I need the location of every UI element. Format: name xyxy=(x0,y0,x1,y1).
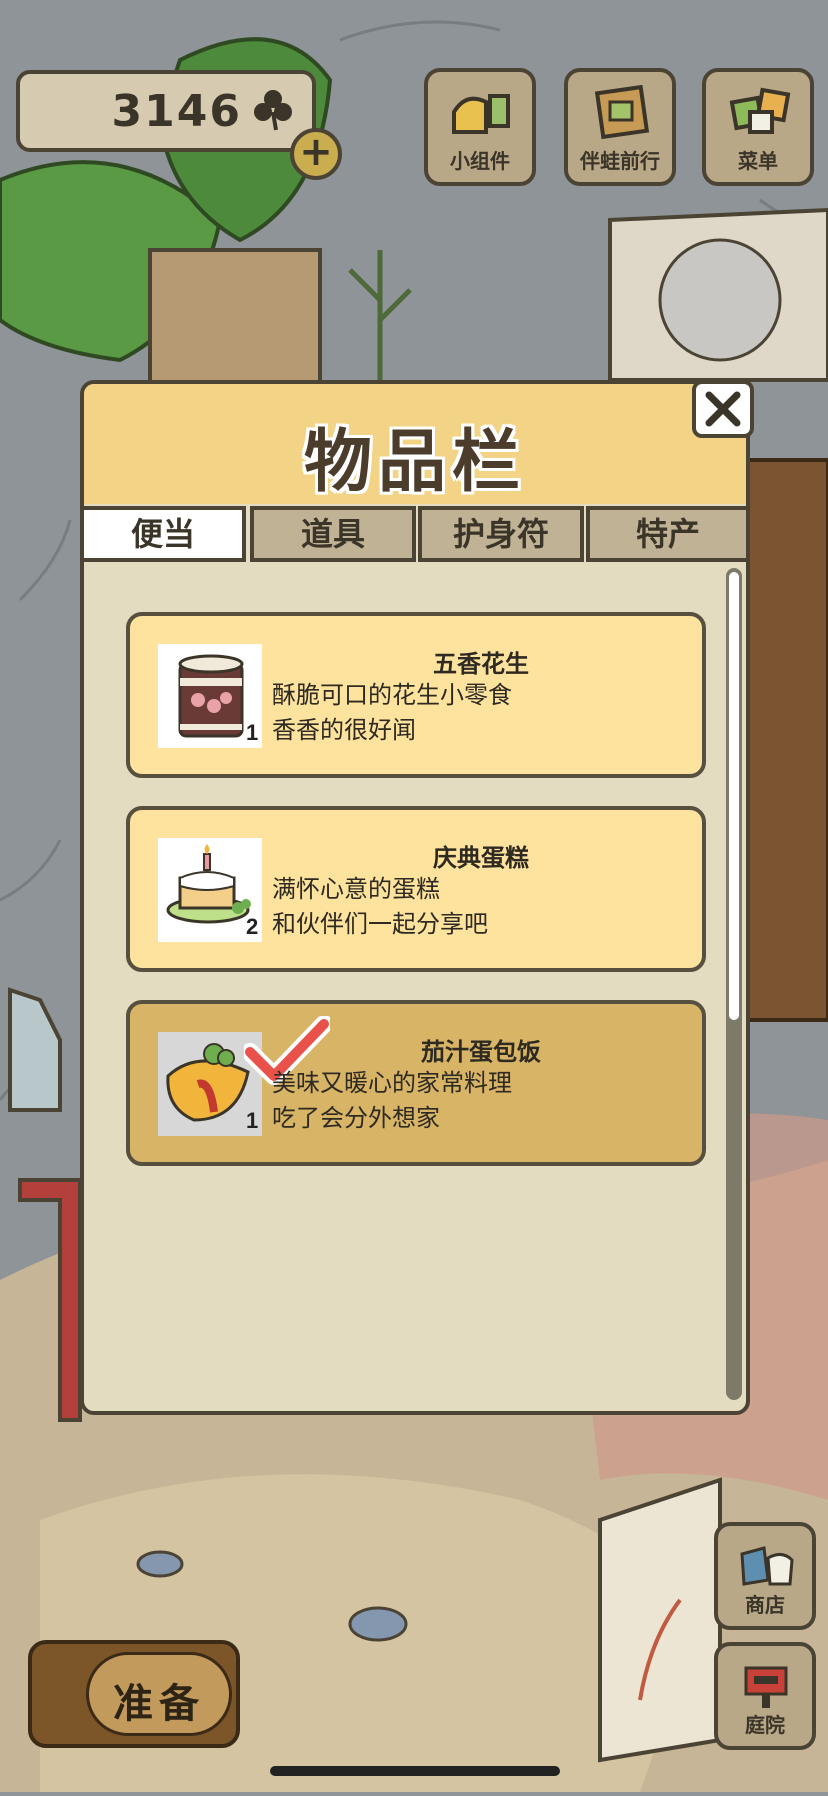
item-desc-line1: 美味又暖心的家常料理 xyxy=(272,1069,512,1097)
yard-label: 庭院 xyxy=(745,1713,785,1737)
clover-icon xyxy=(254,90,292,131)
list-item[interactable]: 1 五香花生 酥脆可口的花生小零食 香香的很好闻 xyxy=(126,612,706,778)
add-clover-button[interactable]: + xyxy=(290,128,342,180)
menu-label: 菜单 xyxy=(738,149,778,173)
item-name: 庆典蛋糕 xyxy=(433,844,529,872)
tab-specialties[interactable]: 特产 xyxy=(586,506,750,562)
menu-button[interactable]: 菜单 xyxy=(702,68,814,186)
tab-tools[interactable]: 道具 xyxy=(250,506,416,562)
item-desc-line1: 满怀心意的蛋糕 xyxy=(272,875,440,903)
mailbox-icon xyxy=(744,1666,788,1708)
home-indicator[interactable] xyxy=(270,1766,560,1776)
prepare-log: 准备 xyxy=(86,1652,232,1736)
item-desc-line2: 和伙伴们一起分享吧 xyxy=(272,910,488,938)
item-name: 茄汁蛋包饭 xyxy=(421,1038,541,1066)
inventory-tabs: 便当 道具 护身符 特产 xyxy=(80,506,750,562)
clover-count: 3146 xyxy=(111,86,242,137)
item-description: 满怀心意的蛋糕 和伙伴们一起分享吧 xyxy=(272,872,488,942)
tab-bento[interactable]: 便当 xyxy=(80,506,246,562)
list-item-selected[interactable]: 1 茄汁蛋包饭 美味又暖心的家常料理 吃了会分外想家 xyxy=(126,1000,706,1166)
close-icon xyxy=(705,391,741,427)
item-quantity: 1 xyxy=(246,720,259,745)
frog-journey-button[interactable]: 伴蛙前行 xyxy=(564,68,676,186)
widget-label: 小组件 xyxy=(450,149,510,173)
item-quantity: 2 xyxy=(246,914,259,939)
widget-icon xyxy=(452,94,510,134)
item-desc-line2: 吃了会分外想家 xyxy=(272,1104,440,1132)
panel-title: 物品栏 xyxy=(303,423,526,502)
scrollbar[interactable] xyxy=(726,568,742,1400)
list-item[interactable]: 2 庆典蛋糕 满怀心意的蛋糕 和伙伴们一起分享吧 xyxy=(126,806,706,972)
item-quantity: 1 xyxy=(246,1108,259,1133)
widget-button[interactable]: 小组件 xyxy=(424,68,536,186)
item-name: 五香花生 xyxy=(433,650,529,678)
item-description: 美味又暖心的家常料理 吃了会分外想家 xyxy=(272,1066,512,1136)
shop-bag-icon xyxy=(740,1546,794,1586)
item-desc-line1: 酥脆可口的花生小零食 xyxy=(272,681,512,709)
prepare-label: 准备 xyxy=(113,1681,205,1727)
menu-cards-icon xyxy=(729,87,791,134)
shop-button[interactable]: 商店 xyxy=(714,1522,816,1630)
close-button[interactable] xyxy=(692,380,754,438)
scroll-thumb[interactable] xyxy=(729,572,739,1020)
item-desc-line2: 香香的很好闻 xyxy=(272,716,416,744)
yard-button[interactable]: 庭院 xyxy=(714,1642,816,1750)
item-description: 酥脆可口的花生小零食 香香的很好闻 xyxy=(272,678,512,748)
clover-counter: 3146 xyxy=(16,70,316,152)
tab-charms[interactable]: 护身符 xyxy=(418,506,584,562)
frog-book-icon xyxy=(594,84,650,140)
prepare-button[interactable]: 准备 xyxy=(28,1640,240,1748)
inventory-panel: 物品栏 便当 道具 护身符 特产 1 五香花生 酥脆可口的花生小零食 香香的很好… xyxy=(80,380,754,1415)
frog-journey-label: 伴蛙前行 xyxy=(580,149,660,173)
shop-label: 商店 xyxy=(745,1593,785,1617)
panel-header: 物品栏 xyxy=(84,384,746,504)
